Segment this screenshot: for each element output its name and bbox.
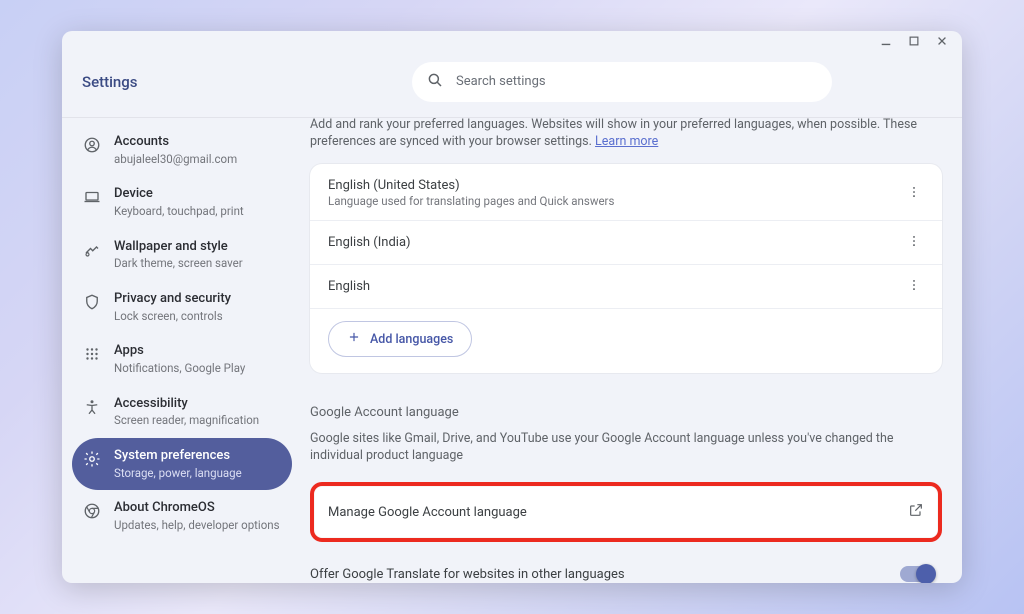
sidebar-item-label: Device	[114, 186, 244, 203]
add-languages-button[interactable]: Add languages	[328, 321, 472, 357]
sidebar-item-sub: abujaleel30@gmail.com	[114, 152, 237, 167]
sidebar-item-sub: Keyboard, touchpad, print	[114, 204, 244, 219]
translate-toggle-switch[interactable]	[900, 566, 934, 582]
open-in-new-icon	[908, 502, 924, 522]
sidebar-item-apps[interactable]: Apps Notifications, Google Play	[72, 333, 292, 385]
language-name: English (United States)	[328, 178, 904, 193]
languages-card: English (United States) Language used fo…	[310, 164, 942, 373]
language-row[interactable]: English (India)	[310, 221, 942, 265]
body: Accounts abujaleel30@gmail.com Device Ke…	[62, 117, 962, 583]
account-icon	[82, 135, 102, 155]
sidebar-item-wallpaper[interactable]: Wallpaper and style Dark theme, screen s…	[72, 229, 292, 281]
language-row[interactable]: English	[310, 265, 942, 309]
window-controls	[62, 31, 962, 47]
search-container	[302, 62, 942, 102]
sidebar-item-system-preferences[interactable]: System preferences Storage, power, langu…	[72, 438, 292, 490]
sidebar-item-label: Accounts	[114, 134, 237, 151]
chrome-icon	[82, 501, 102, 521]
accessibility-icon	[82, 397, 102, 417]
learn-more-link[interactable]: Learn more	[595, 134, 658, 149]
google-account-language-title: Google Account language	[310, 405, 942, 420]
main-content: Add and rank your preferred languages. W…	[302, 118, 962, 583]
sidebar-item-label: System preferences	[114, 448, 242, 465]
header: Settings	[62, 47, 962, 117]
sidebar: Accounts abujaleel30@gmail.com Device Ke…	[62, 118, 302, 583]
sidebar-item-sub: Updates, help, developer options	[114, 518, 280, 533]
sidebar-item-label: About ChromeOS	[114, 500, 280, 517]
search-input[interactable]	[456, 74, 818, 89]
settings-window: Settings Accounts abujaleel30@gmail.com	[62, 31, 962, 583]
sidebar-item-sub: Dark theme, screen saver	[114, 256, 243, 271]
manage-google-account-language-button[interactable]: Manage Google Account language	[310, 482, 942, 542]
sidebar-item-label: Privacy and security	[114, 291, 231, 308]
sidebar-item-sub: Screen reader, magnification	[114, 413, 259, 428]
sidebar-item-sub: Notifications, Google Play	[114, 361, 245, 376]
translate-toggle-label: Offer Google Translate for websites in o…	[310, 567, 900, 582]
language-row[interactable]: English (United States) Language used fo…	[310, 166, 942, 221]
plus-icon	[347, 330, 361, 348]
add-languages-label: Add languages	[370, 332, 453, 347]
sidebar-item-privacy[interactable]: Privacy and security Lock screen, contro…	[72, 281, 292, 333]
sidebar-item-sub: Storage, power, language	[114, 466, 242, 481]
language-name: English	[328, 279, 904, 294]
google-account-language-desc: Google sites like Gmail, Drive, and YouT…	[310, 430, 942, 464]
languages-section-description: Add and rank your preferred languages. W…	[310, 118, 942, 150]
gear-icon	[82, 449, 102, 469]
sidebar-item-device[interactable]: Device Keyboard, touchpad, print	[72, 176, 292, 228]
toggle-knob	[916, 564, 936, 583]
sidebar-item-accessibility[interactable]: Accessibility Screen reader, magnificati…	[72, 386, 292, 438]
translate-toggle-row: Offer Google Translate for websites in o…	[310, 566, 942, 582]
shield-icon	[82, 292, 102, 312]
more-vert-icon[interactable]	[904, 184, 924, 203]
page-title: Settings	[82, 73, 302, 91]
sidebar-item-label: Accessibility	[114, 396, 259, 413]
apps-grid-icon	[82, 344, 102, 364]
language-hint: Language used for translating pages and …	[328, 194, 904, 208]
sidebar-item-about[interactable]: About ChromeOS Updates, help, developer …	[72, 490, 292, 542]
sidebar-item-accounts[interactable]: Accounts abujaleel30@gmail.com	[72, 124, 292, 176]
search-box[interactable]	[412, 62, 832, 102]
search-icon	[426, 71, 444, 93]
sidebar-item-sub: Lock screen, controls	[114, 309, 231, 324]
sidebar-item-label: Apps	[114, 343, 245, 360]
language-name: English (India)	[328, 235, 904, 250]
laptop-icon	[82, 187, 102, 207]
manage-label: Manage Google Account language	[328, 505, 908, 520]
paint-icon	[82, 240, 102, 260]
more-vert-icon[interactable]	[904, 233, 924, 252]
more-vert-icon[interactable]	[904, 277, 924, 296]
sidebar-item-label: Wallpaper and style	[114, 239, 243, 256]
